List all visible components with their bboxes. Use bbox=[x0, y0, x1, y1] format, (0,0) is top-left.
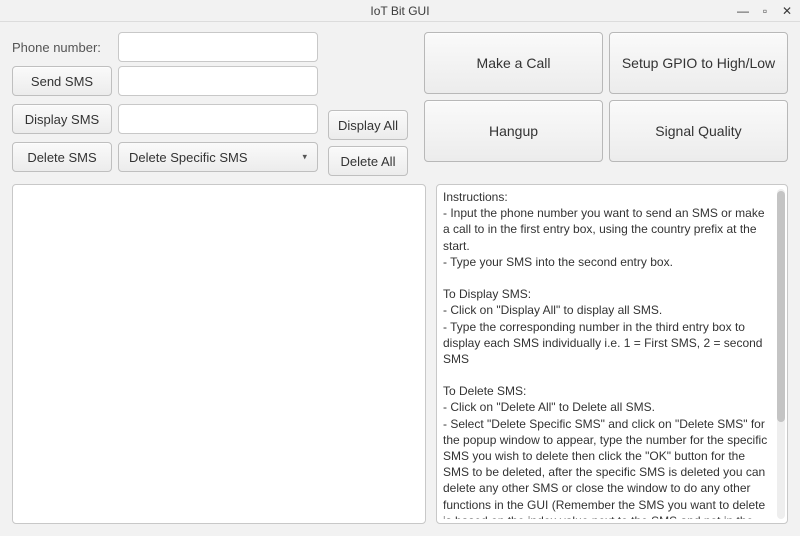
display-all-button[interactable]: Display All bbox=[328, 110, 408, 140]
combo-selected-text: Delete Specific SMS bbox=[129, 150, 248, 165]
instructions-pane: Instructions: - Input the phone number y… bbox=[436, 184, 788, 524]
delete-option-combo[interactable]: Delete Specific SMS ▾ bbox=[118, 142, 318, 172]
delete-sms-button[interactable]: Delete SMS bbox=[12, 142, 112, 172]
right-panel: Make a Call Setup GPIO to High/Low Hangu… bbox=[424, 32, 788, 176]
signal-quality-button[interactable]: Signal Quality bbox=[609, 100, 788, 162]
scrollbar[interactable] bbox=[777, 189, 785, 519]
phone-number-label: Phone number: bbox=[12, 40, 112, 55]
hangup-button[interactable]: Hangup bbox=[424, 100, 603, 162]
phone-number-input[interactable] bbox=[118, 32, 318, 62]
scrollbar-thumb[interactable] bbox=[777, 191, 785, 422]
close-icon[interactable]: ✕ bbox=[780, 0, 794, 22]
title-bar: IoT Bit GUI — ▫ ✕ bbox=[0, 0, 800, 22]
display-sms-button[interactable]: Display SMS bbox=[12, 104, 112, 134]
window-title: IoT Bit GUI bbox=[370, 4, 429, 18]
delete-all-button[interactable]: Delete All bbox=[328, 146, 408, 176]
setup-gpio-button[interactable]: Setup GPIO to High/Low bbox=[609, 32, 788, 94]
sms-text-input[interactable] bbox=[118, 66, 318, 96]
left-panel: Phone number: Send SMS Display SMS Delet… bbox=[12, 32, 318, 176]
make-call-button[interactable]: Make a Call bbox=[424, 32, 603, 94]
send-sms-button[interactable]: Send SMS bbox=[12, 66, 112, 96]
minimize-icon[interactable]: — bbox=[736, 0, 750, 22]
instructions-text: Instructions: - Input the phone number y… bbox=[443, 189, 773, 519]
maximize-icon[interactable]: ▫ bbox=[758, 0, 772, 22]
mid-panel: Display All Delete All bbox=[328, 100, 414, 176]
output-display bbox=[12, 184, 426, 524]
chevron-down-icon: ▾ bbox=[302, 152, 307, 163]
sms-index-input[interactable] bbox=[118, 104, 318, 134]
